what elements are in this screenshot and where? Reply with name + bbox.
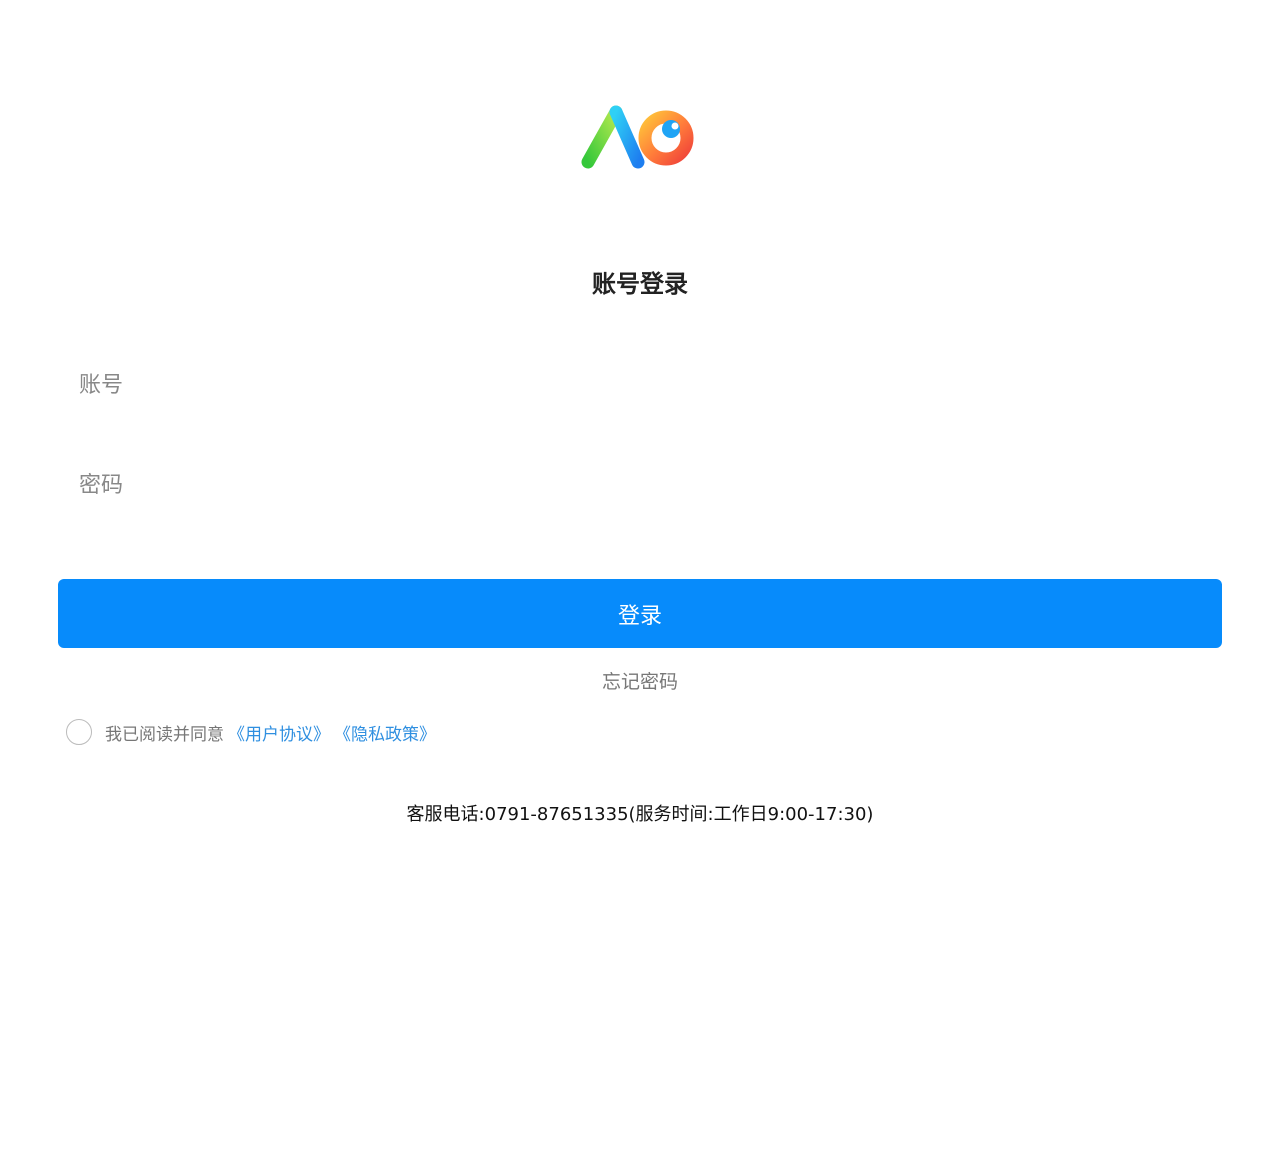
privacy-policy-link[interactable]: 《隐私政策》: [334, 720, 436, 745]
agreement-row: 我已阅读并同意 《用户协议》 《隐私政策》: [66, 716, 436, 748]
login-button[interactable]: 登录: [58, 579, 1222, 648]
password-input[interactable]: [58, 455, 1222, 515]
password-field-container: [58, 455, 1222, 515]
customer-service-info: 客服电话:0791-87651335(服务时间:工作日9:00-17:30): [406, 804, 874, 825]
page-title: 账号登录: [592, 270, 688, 298]
account-field-container: [58, 355, 1222, 415]
account-input[interactable]: [58, 355, 1222, 415]
forgot-password-link[interactable]: 忘记密码: [0, 668, 1280, 696]
user-agreement-link[interactable]: 《用户协议》: [228, 720, 330, 745]
app-logo: [578, 98, 702, 172]
agreement-checkbox[interactable]: [66, 719, 92, 745]
agreement-text: 我已阅读并同意: [105, 724, 224, 745]
